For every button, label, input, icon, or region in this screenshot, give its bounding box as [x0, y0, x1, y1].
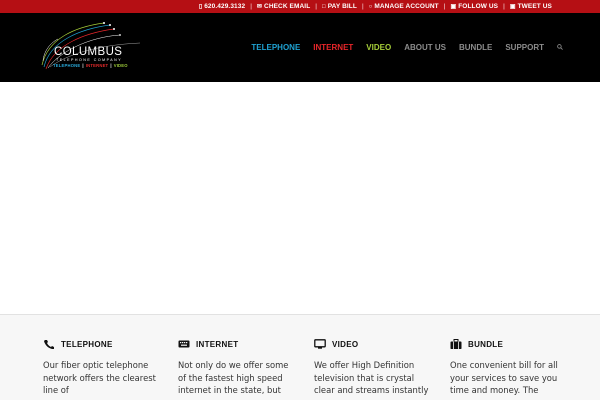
- columbus-logo[interactable]: COLUMBUS TELEPHONE COMPANY TELEPHONE | I…: [40, 21, 144, 71]
- twitter-icon: ▣: [509, 4, 516, 10]
- follow-us-label: FOLLOW US: [458, 3, 499, 10]
- facebook-icon: ▣: [450, 4, 457, 10]
- pay-bill-label: PAY BILL: [327, 3, 357, 10]
- manage-account-link[interactable]: ○ MANAGE ACCOUNT: [369, 3, 439, 10]
- service-description: We offer High Definition television that…: [314, 360, 429, 396]
- nav-item-internet[interactable]: INTERNET: [313, 43, 353, 52]
- service-title: TELEPHONE: [61, 339, 113, 349]
- envelope-icon: ✉: [256, 4, 263, 10]
- check-email-label: CHECK EMAIL: [264, 3, 311, 10]
- divider: |: [315, 3, 317, 10]
- service-title: BUNDLE: [468, 339, 504, 349]
- nav-item-bundle[interactable]: BUNDLE: [459, 43, 492, 52]
- site-header: COLUMBUS TELEPHONE COMPANY TELEPHONE | I…: [0, 13, 600, 82]
- logo-tag-video: VIDEO: [113, 63, 128, 68]
- logo-tagline: TELEPHONE | INTERNET | VIDEO: [53, 63, 128, 68]
- service-internet-heading[interactable]: INTERNET: [178, 339, 298, 349]
- service-title: INTERNET: [196, 339, 239, 349]
- divider: |: [361, 3, 364, 10]
- logo-subtitle: TELEPHONE COMPANY: [56, 58, 123, 62]
- nav-item-video[interactable]: VIDEO: [366, 43, 391, 52]
- divider: |: [250, 3, 252, 10]
- search-icon[interactable]: [557, 43, 563, 52]
- nav-item-telephone[interactable]: TELEPHONE: [251, 43, 300, 52]
- service-title: VIDEO: [332, 339, 359, 349]
- top-utility-bar: ▯ 620.429.3132 | ✉ CHECK EMAIL | □ PAY B…: [0, 0, 600, 13]
- logo-tag-separator: |: [82, 63, 84, 68]
- phone-link[interactable]: ▯ 620.429.3132: [199, 3, 245, 10]
- mobile-phone-icon: ▯: [198, 4, 203, 10]
- briefcase-icon: [450, 339, 462, 349]
- service-description: Our fiber optic telephone network offers…: [43, 360, 156, 396]
- manage-account-label: MANAGE ACCOUNT: [374, 3, 439, 10]
- nav-item-support[interactable]: SUPPORT: [505, 43, 544, 52]
- logo-tag-separator: |: [110, 63, 112, 68]
- service-bundle: BUNDLE One convenient bill for all your …: [450, 339, 570, 397]
- check-email-link[interactable]: ✉ CHECK EMAIL: [257, 3, 310, 10]
- divider: |: [443, 3, 446, 10]
- keyboard-icon: [178, 340, 190, 348]
- lock-icon: □: [321, 3, 326, 10]
- divider: |: [503, 3, 505, 10]
- service-bundle-heading[interactable]: BUNDLE: [450, 339, 570, 349]
- phone-label: 620.429.3132: [204, 3, 246, 10]
- nav-item-about-us[interactable]: ABOUT US: [404, 43, 446, 52]
- logo-tag-telephone: TELEPHONE: [53, 63, 81, 68]
- service-description: Not only do we offer some of the fastest…: [178, 360, 289, 396]
- logo-name: COLUMBUS: [54, 46, 123, 58]
- pay-bill-link[interactable]: □ PAY BILL: [322, 3, 357, 10]
- phone-icon: [44, 340, 54, 349]
- tweet-us-label: TWEET US: [517, 3, 552, 10]
- service-internet: INTERNET Not only do we offer some of th…: [178, 339, 298, 397]
- logo-tag-internet: INTERNET: [85, 63, 109, 68]
- tweet-us-link[interactable]: ▣ TWEET US: [510, 3, 552, 10]
- service-telephone-heading[interactable]: TELEPHONE: [43, 339, 163, 349]
- service-video: VIDEO We offer High Definition televisio…: [314, 339, 434, 397]
- user-icon: ○: [368, 3, 373, 10]
- follow-us-link[interactable]: ▣ FOLLOW US: [450, 3, 498, 10]
- service-telephone: TELEPHONE Our fiber optic telephone netw…: [43, 339, 163, 397]
- tv-icon: [314, 339, 326, 349]
- hero-slider: [0, 82, 600, 315]
- service-description: One convenient bill for all your service…: [450, 360, 558, 396]
- service-video-heading[interactable]: VIDEO: [314, 339, 434, 349]
- services-section: TELEPHONE Our fiber optic telephone netw…: [0, 315, 600, 400]
- main-navigation: TELEPHONE INTERNET VIDEO ABOUT US BUNDLE…: [238, 13, 563, 82]
